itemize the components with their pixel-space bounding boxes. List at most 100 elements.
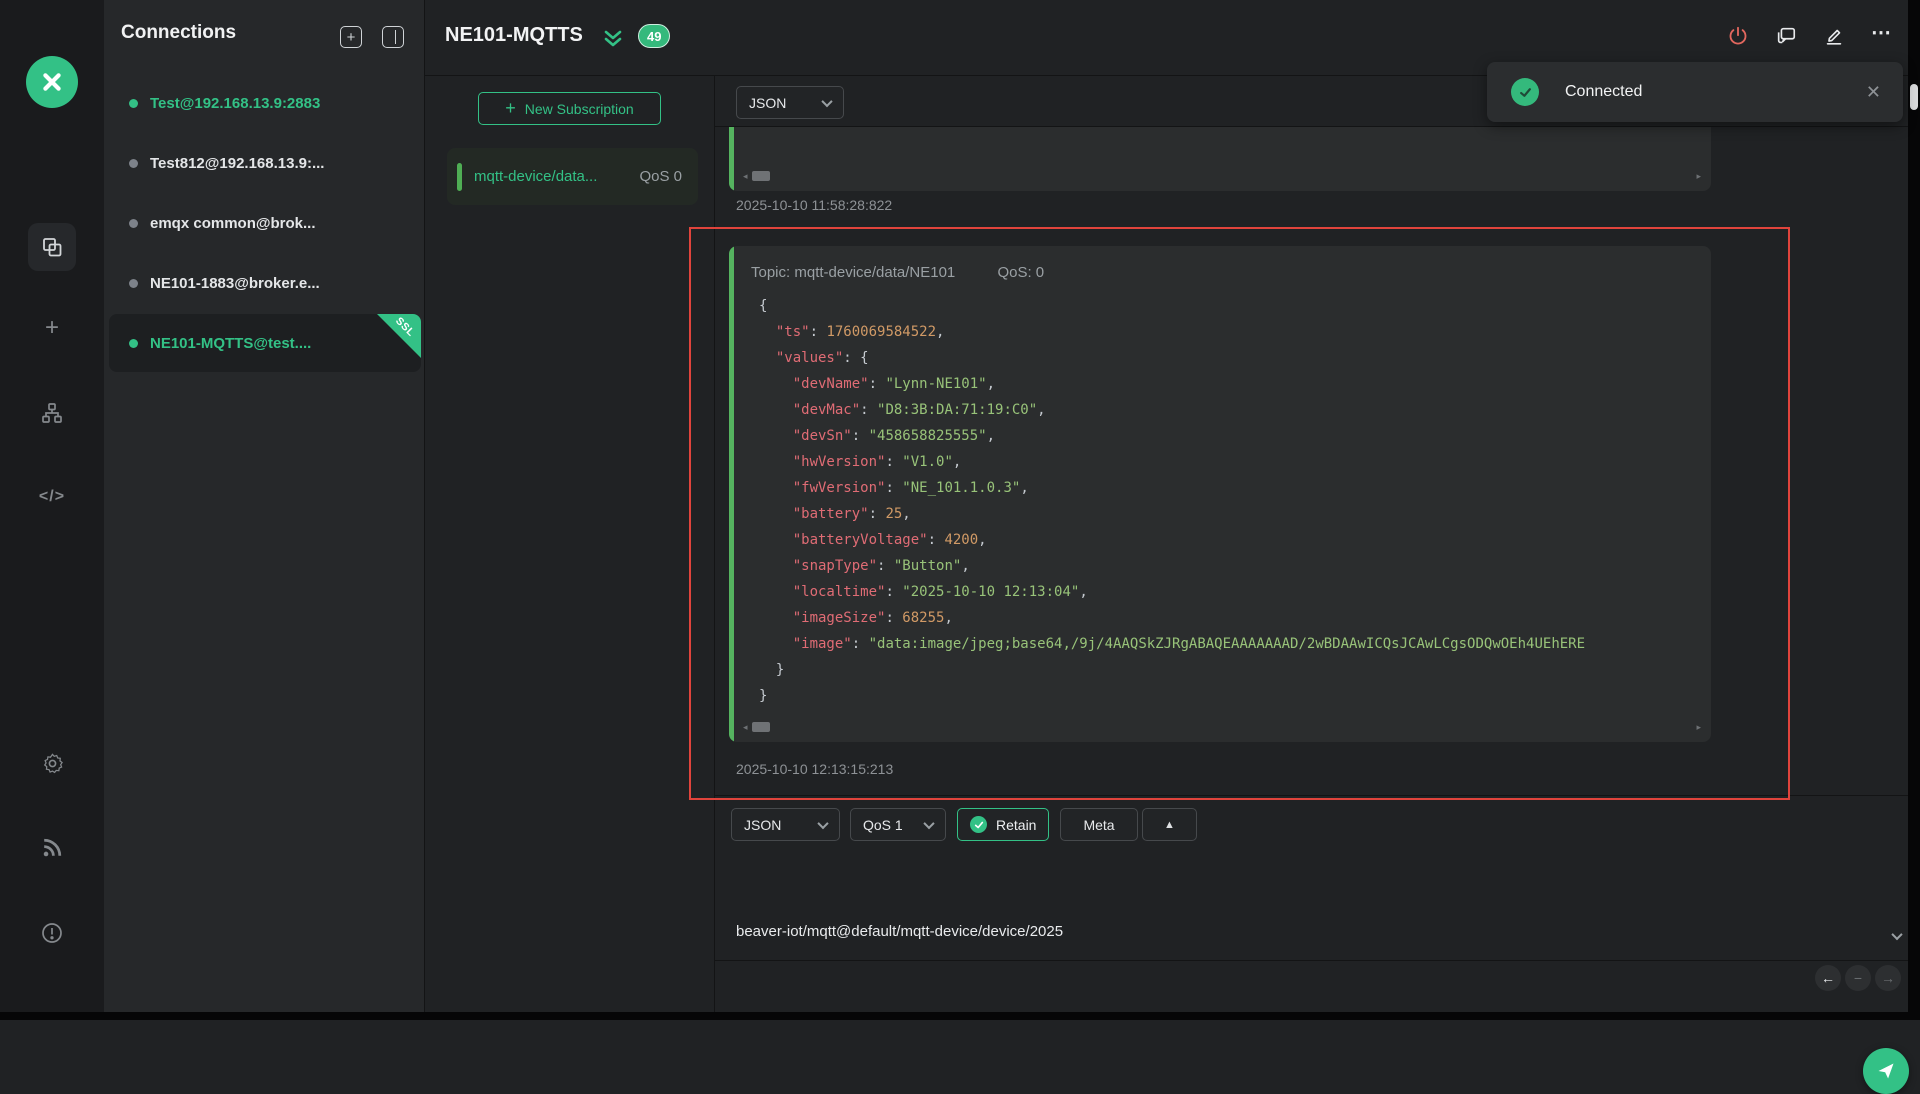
power-icon	[1727, 25, 1749, 47]
format-value: JSON	[749, 95, 786, 111]
connection-label: Test812@192.168.13.9:...	[150, 155, 324, 172]
sidebar-item-new-connection[interactable]: +	[0, 304, 104, 352]
status-dot	[129, 159, 138, 168]
sitemap-icon	[40, 401, 64, 425]
sidebar-item-connections[interactable]	[0, 223, 104, 271]
check-circle-icon	[970, 816, 987, 833]
status-dot	[129, 219, 138, 228]
status-dot	[129, 99, 138, 108]
subscription-qos: QoS 0	[639, 168, 682, 185]
payload-code: { "ts": 1760069584522, "values": { "devN…	[729, 281, 1711, 709]
publish-topic-input[interactable]: beaver-iot/mqtt@default/mqtt-device/devi…	[736, 923, 1063, 940]
connection-label: NE101-1883@broker.e...	[150, 275, 320, 292]
connection-item[interactable]: Test@192.168.13.9:2883	[109, 74, 421, 132]
horizontal-scrollbar[interactable]: ◂ ▸	[743, 721, 1701, 733]
chevron-down-icon	[817, 817, 828, 828]
mqttx-logo-icon	[37, 67, 67, 97]
collapse-publish-button[interactable]: ▲	[1142, 808, 1197, 841]
connection-item[interactable]: emqx common@brok...	[109, 194, 421, 252]
collapse-all-icon[interactable]	[601, 27, 625, 51]
sidebar-item-topic-tree[interactable]	[0, 389, 104, 437]
new-subscription-label: New Subscription	[525, 101, 634, 117]
messages-pane: JSON } ◂ ▸ 2025-10-10 11:58:28:822 Topic…	[714, 76, 1920, 1020]
meta-button[interactable]: Meta	[1060, 808, 1138, 841]
connections-title: Connections	[121, 22, 236, 44]
message-count-badge: 49	[638, 24, 670, 48]
publish-bar: JSON QoS 1 Retain Meta ▲ beaver-iot/mqtt…	[715, 795, 1920, 1020]
connection-item-selected[interactable]: NE101-MQTTS@test.... SSL	[109, 314, 421, 372]
code-icon: </>	[39, 488, 65, 506]
subscription-color-bar	[457, 163, 462, 191]
connected-toast: Connected ✕	[1487, 62, 1903, 122]
sidebar-item-about[interactable]	[0, 909, 104, 957]
message-card-partial[interactable]: } ◂ ▸	[729, 127, 1711, 191]
new-window-button[interactable]	[1774, 24, 1798, 48]
payload-format-select[interactable]: JSON	[736, 86, 844, 119]
sidebar-item-log[interactable]	[0, 824, 104, 872]
scroll-right-icon[interactable]: ▸	[1696, 723, 1701, 732]
mqttx-logo[interactable]	[26, 56, 78, 108]
retain-label: Retain	[996, 817, 1036, 833]
collapse-panel-button[interactable]	[382, 26, 404, 48]
subscriptions-panel: + New Subscription mqtt-device/data... Q…	[425, 76, 714, 1020]
divider	[715, 960, 1920, 961]
horizontal-scrollbar[interactable]: ◂ ▸	[743, 170, 1701, 182]
message-topic: Topic: mqtt-device/data/NE101	[751, 264, 955, 281]
connection-label: NE101-MQTTS@test....	[150, 335, 311, 352]
activity-bar: + </>	[0, 0, 104, 1020]
publish-qos-select[interactable]: QoS 1	[850, 808, 946, 841]
meta-label: Meta	[1083, 817, 1114, 833]
success-check-icon	[1511, 78, 1539, 106]
pencil-icon	[1823, 25, 1845, 47]
add-connection-button[interactable]: +	[340, 26, 362, 48]
partial-payload: }	[729, 127, 1711, 131]
message-topic-line: Topic: mqtt-device/data/NE101 QoS: 0	[729, 246, 1711, 281]
subscription-topic: mqtt-device/data...	[474, 168, 597, 185]
scroll-thumb[interactable]	[752, 722, 770, 732]
connection-item[interactable]: Test812@192.168.13.9:...	[109, 134, 421, 192]
message-color-bar	[729, 127, 734, 191]
message-timestamp: 2025-10-10 12:13:15:213	[736, 761, 893, 777]
message-color-bar	[729, 246, 734, 742]
rss-icon	[41, 837, 63, 859]
send-button[interactable]	[1863, 1048, 1909, 1094]
history-minus-button[interactable]: −	[1845, 965, 1871, 991]
chat-bubbles-icon	[1775, 25, 1797, 47]
close-icon[interactable]: ✕	[1866, 82, 1881, 103]
status-dot	[129, 279, 138, 288]
chevron-down-icon[interactable]	[1891, 929, 1902, 940]
page-title: NE101-MQTTS	[445, 24, 583, 47]
publish-format-select[interactable]: JSON	[731, 808, 840, 841]
plus-icon: +	[505, 99, 516, 117]
gear-icon	[41, 752, 64, 775]
scroll-left-icon[interactable]: ◂	[743, 172, 748, 181]
more-options-button[interactable]: ⋯	[1870, 24, 1894, 48]
sidebar-item-script[interactable]: </>	[0, 473, 104, 521]
subscription-item[interactable]: mqtt-device/data... QoS 0	[447, 148, 698, 205]
scroll-right-icon[interactable]: ▸	[1696, 172, 1701, 181]
layout-icon	[395, 30, 400, 44]
connection-label: Test@192.168.13.9:2883	[150, 95, 320, 112]
scrollbar-thumb[interactable]	[1910, 84, 1918, 110]
paper-plane-icon	[1876, 1061, 1896, 1081]
history-back-button[interactable]: ←	[1815, 965, 1841, 991]
window-vertical-scrollbar[interactable]	[1908, 0, 1920, 1020]
message-card[interactable]: Topic: mqtt-device/data/NE101 QoS: 0 { "…	[729, 246, 1711, 742]
message-timestamp: 2025-10-10 11:58:28:822	[736, 197, 892, 213]
scroll-thumb[interactable]	[752, 171, 770, 181]
plus-icon: +	[45, 316, 59, 340]
connection-item[interactable]: NE101-1883@broker.e...	[109, 254, 421, 312]
plus-icon: +	[347, 30, 356, 45]
window-horizontal-scrollbar[interactable]	[0, 1012, 1920, 1020]
scroll-left-icon[interactable]: ◂	[743, 723, 748, 732]
edit-button[interactable]	[1822, 24, 1846, 48]
connection-label: emqx common@brok...	[150, 215, 316, 232]
messages-list: } ◂ ▸ 2025-10-10 11:58:28:822 Topic: mqt…	[715, 127, 1920, 795]
history-forward-button[interactable]: →	[1875, 965, 1901, 991]
sidebar-item-settings[interactable]	[0, 739, 104, 787]
disconnect-button[interactable]	[1726, 24, 1750, 48]
retain-toggle[interactable]: Retain	[957, 808, 1049, 841]
toast-message: Connected	[1565, 83, 1642, 101]
new-subscription-button[interactable]: + New Subscription	[478, 92, 661, 125]
ssl-badge: SSL	[377, 314, 421, 358]
